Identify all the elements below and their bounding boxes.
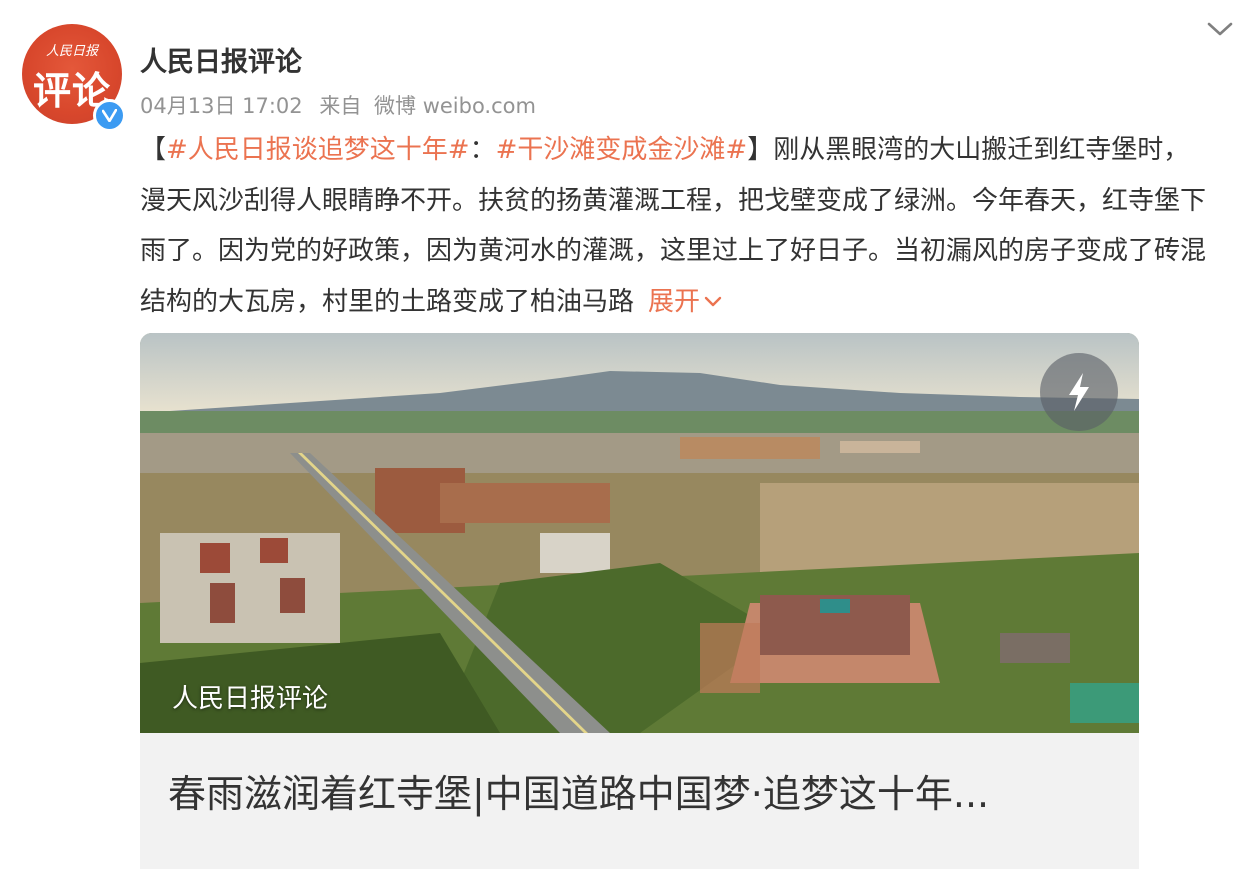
- topic-link-1[interactable]: #人民日报谈追梦这十年#: [166, 135, 470, 165]
- bracket-open: 【: [140, 135, 167, 165]
- post-meta: 04月13日 17:02 来自 微博 weibo.com: [140, 90, 536, 120]
- topic-link-2[interactable]: #干沙滩变成金沙滩#: [496, 135, 748, 165]
- expand-chevron-icon: [704, 296, 722, 307]
- post-time[interactable]: 04月13日 17:02: [140, 94, 303, 118]
- more-options-chevron-icon[interactable]: [1206, 18, 1234, 40]
- topic-colon: ：: [469, 135, 496, 165]
- bracket-close: 】: [747, 135, 774, 165]
- expand-label: 展开: [648, 286, 701, 317]
- avatar-container[interactable]: 人民日报 评论: [22, 24, 126, 132]
- link-card[interactable]: 人民日报评论 春雨滋润着红寺堡|中国道路中国梦·追梦这十年...: [140, 333, 1139, 869]
- post-source: 微博 weibo.com: [374, 94, 536, 118]
- expand-link[interactable]: 展开: [648, 287, 722, 317]
- card-title[interactable]: 春雨滋润着红寺堡|中国道路中国梦·追梦这十年...: [168, 763, 1118, 818]
- source-prefix: 来自: [319, 94, 362, 118]
- author-name[interactable]: 人民日报评论: [140, 40, 302, 79]
- avatar-small-text: 人民日报: [45, 44, 98, 59]
- lightning-icon[interactable]: [1040, 353, 1118, 431]
- photo-watermark: 人民日报评论: [172, 684, 329, 714]
- cover-photo[interactable]: [140, 333, 1139, 733]
- verified-badge-icon: [93, 99, 126, 132]
- post-text: 【#人民日报谈追梦这十年#：#干沙滩变成金沙滩#】刚从黑眼湾的大山搬迁到红寺堡时…: [140, 125, 1212, 327]
